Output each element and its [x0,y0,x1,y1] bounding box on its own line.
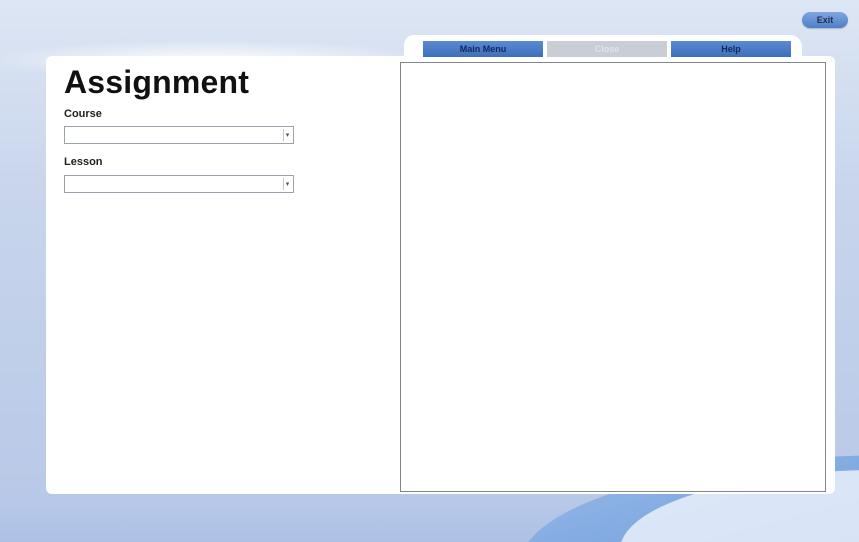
chevron-down-icon[interactable]: ▾ [283,129,291,141]
tab-close[interactable]: Close [547,41,667,57]
tab-help[interactable]: Help [671,41,791,57]
course-select[interactable]: ▾ [64,126,294,144]
content-panel [400,62,826,492]
exit-button[interactable]: Exit [802,12,848,28]
lesson-label: Lesson [64,156,103,168]
page-title: Assignment [64,64,250,100]
lesson-select[interactable]: ▾ [64,175,294,193]
app-window: Exit Main Menu Close Help Assignment Cou… [0,0,859,542]
course-label: Course [64,108,102,120]
tab-main-menu[interactable]: Main Menu [423,41,543,57]
chevron-down-icon[interactable]: ▾ [283,178,291,190]
